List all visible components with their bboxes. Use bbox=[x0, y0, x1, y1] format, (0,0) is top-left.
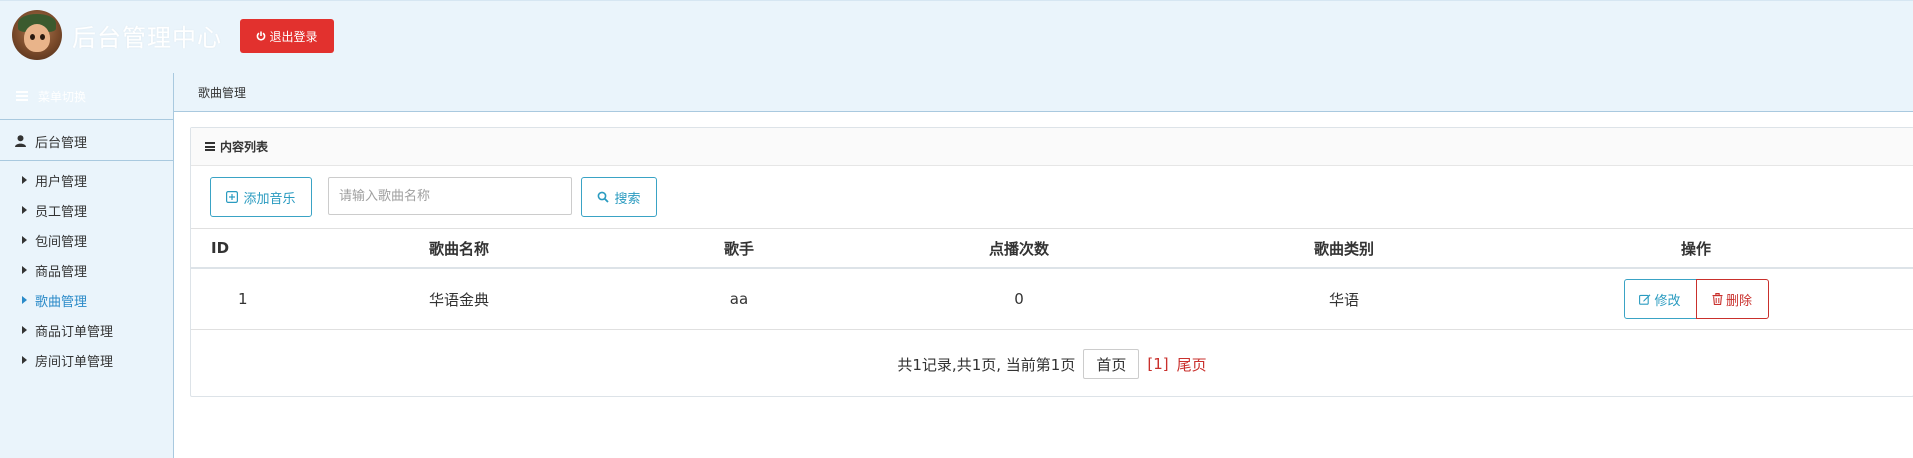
current-page-indicator: [1] bbox=[1147, 355, 1169, 373]
songs-table: ID 歌曲名称 歌手 点播次数 歌曲类别 操作 1 华语金典 aa 0 华语 修… bbox=[191, 229, 1913, 330]
app-title: 后台管理中心 bbox=[72, 24, 222, 52]
add-music-button[interactable]: 添加音乐 bbox=[210, 177, 312, 217]
breadcrumb-bar: 歌曲管理 bbox=[174, 73, 1913, 112]
sidebar-item-product-orders[interactable]: 商品订单管理 bbox=[0, 315, 173, 345]
pagination: 共1记录,共1页, 当前第1页 首页 [1] 尾页 bbox=[191, 334, 1913, 394]
main-content: 内容列表 添加音乐 搜索 ID 歌曲名称 歌手 点播次数 歌曲类别 bbox=[174, 112, 1913, 458]
sidebar-item-room-orders[interactable]: 房间订单管理 bbox=[0, 345, 173, 375]
cell-song-name: 华语金典 bbox=[269, 268, 649, 330]
sidebar-item-label: 房间订单管理 bbox=[35, 354, 114, 370]
sidebar-item-label: 歌曲管理 bbox=[35, 294, 88, 310]
caret-right-icon bbox=[22, 266, 27, 274]
edit-label: 修改 bbox=[1654, 293, 1681, 309]
edit-icon bbox=[1639, 294, 1651, 305]
sidebar-item-label: 员工管理 bbox=[35, 204, 88, 220]
sidebar: 菜单切换 后台管理 用户管理 员工管理 包间管理 商品管理 歌曲管理 商品订单管… bbox=[0, 73, 174, 458]
sidebar-group-admin[interactable]: 后台管理 bbox=[0, 122, 173, 161]
toolbar: 添加音乐 搜索 bbox=[191, 166, 1913, 229]
caret-right-icon bbox=[22, 206, 27, 214]
search-label: 搜索 bbox=[614, 191, 641, 207]
table-header-row: ID 歌曲名称 歌手 点播次数 歌曲类别 操作 bbox=[191, 229, 1913, 269]
delete-label: 删除 bbox=[1725, 293, 1752, 309]
sidebar-item-rooms[interactable]: 包间管理 bbox=[0, 225, 173, 255]
sidebar-group-label: 后台管理 bbox=[35, 135, 88, 151]
list-icon bbox=[205, 142, 215, 151]
search-icon bbox=[598, 191, 610, 203]
col-singer: 歌手 bbox=[649, 229, 829, 269]
menu-bars-icon bbox=[16, 91, 28, 101]
col-plays: 点播次数 bbox=[829, 229, 1209, 269]
row-actions: 修改 删除 bbox=[1623, 279, 1769, 319]
col-song-name: 歌曲名称 bbox=[269, 229, 649, 269]
caret-right-icon bbox=[22, 296, 27, 304]
cell-id: 1 bbox=[191, 268, 269, 330]
power-icon bbox=[256, 31, 266, 41]
content-panel: 内容列表 添加音乐 搜索 ID 歌曲名称 歌手 点播次数 歌曲类别 bbox=[190, 127, 1913, 397]
plus-square-icon bbox=[226, 191, 239, 203]
song-search-input[interactable] bbox=[328, 177, 572, 215]
caret-right-icon bbox=[22, 356, 27, 364]
avatar bbox=[12, 10, 62, 60]
sidebar-item-label: 用户管理 bbox=[35, 174, 88, 190]
panel-title: 内容列表 bbox=[220, 140, 269, 154]
add-music-label: 添加音乐 bbox=[243, 191, 296, 207]
delete-button[interactable]: 删除 bbox=[1695, 279, 1769, 319]
caret-right-icon bbox=[22, 176, 27, 184]
sidebar-item-label: 商品订单管理 bbox=[35, 324, 114, 340]
logout-label: 退出登录 bbox=[269, 29, 318, 44]
sidebar-item-label: 包间管理 bbox=[35, 234, 88, 250]
top-bar: 后台管理中心 退出登录 bbox=[0, 0, 1913, 74]
first-page-button[interactable]: 首页 bbox=[1083, 349, 1140, 379]
sidebar-sub-list: 用户管理 员工管理 包间管理 商品管理 歌曲管理 商品订单管理 房间订单管理 bbox=[0, 161, 173, 375]
menu-toggle[interactable]: 菜单切换 bbox=[0, 73, 173, 120]
caret-right-icon bbox=[22, 326, 27, 334]
sidebar-item-staff[interactable]: 员工管理 bbox=[0, 195, 173, 225]
search-button[interactable]: 搜索 bbox=[581, 177, 657, 217]
col-actions: 操作 bbox=[1479, 229, 1913, 269]
pagination-summary: 共1记录,共1页, 当前第1页 bbox=[897, 355, 1076, 374]
panel-header: 内容列表 bbox=[191, 128, 1913, 166]
sidebar-item-songs[interactable]: 歌曲管理 bbox=[0, 285, 173, 315]
trash-icon bbox=[1712, 293, 1723, 305]
sidebar-item-label: 商品管理 bbox=[35, 264, 88, 280]
cell-singer: aa bbox=[649, 268, 829, 330]
user-icon bbox=[15, 135, 26, 147]
cell-actions: 修改 删除 bbox=[1479, 268, 1913, 330]
logout-button[interactable]: 退出登录 bbox=[240, 19, 334, 53]
cell-category: 华语 bbox=[1209, 268, 1479, 330]
sidebar-item-products[interactable]: 商品管理 bbox=[0, 255, 173, 285]
breadcrumb: 歌曲管理 bbox=[198, 86, 247, 100]
table-row: 1 华语金典 aa 0 华语 修改 删除 bbox=[191, 268, 1913, 330]
col-id: ID bbox=[191, 229, 269, 269]
edit-button[interactable]: 修改 bbox=[1623, 279, 1697, 319]
menu-toggle-label: 菜单切换 bbox=[38, 89, 87, 104]
col-category: 歌曲类别 bbox=[1209, 229, 1479, 269]
cell-plays: 0 bbox=[829, 268, 1209, 330]
sidebar-item-users[interactable]: 用户管理 bbox=[0, 165, 173, 195]
last-page-link[interactable]: 尾页 bbox=[1177, 354, 1207, 375]
caret-right-icon bbox=[22, 236, 27, 244]
